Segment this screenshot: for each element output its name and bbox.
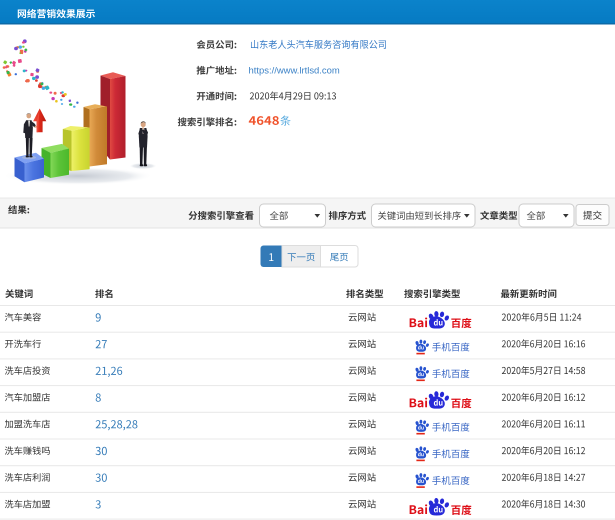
- svg-text:https://www.lrtlsd.com: https://www.lrtlsd.com: [249, 66, 340, 77]
